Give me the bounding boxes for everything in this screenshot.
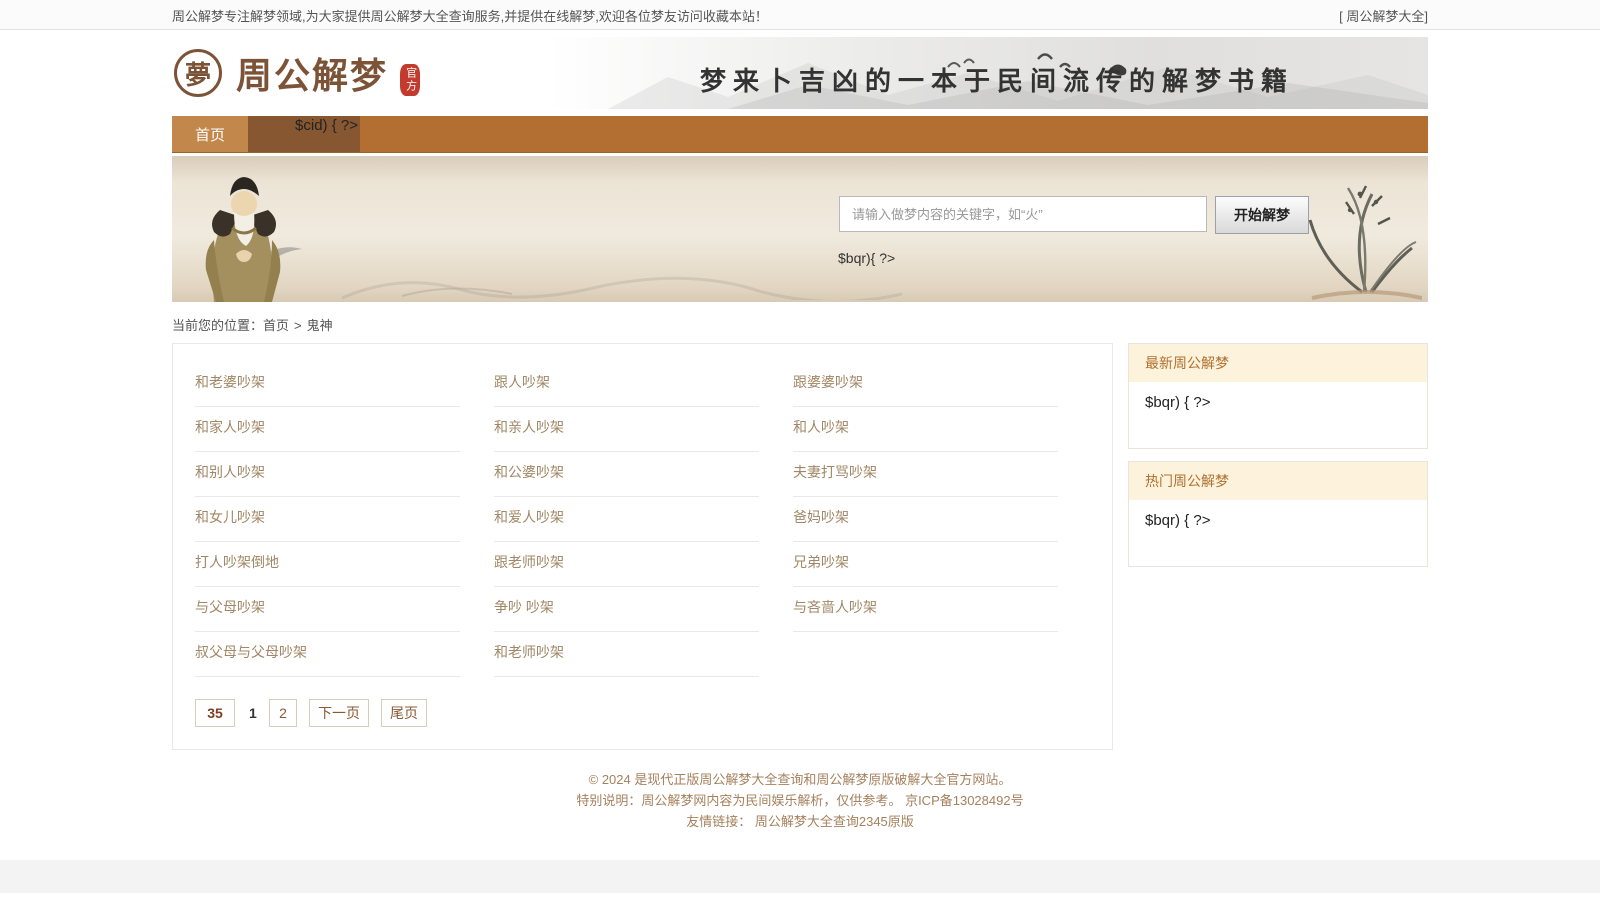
dream-link[interactable]: 和老婆吵架 bbox=[195, 362, 460, 407]
sage-illustration bbox=[188, 162, 318, 302]
dream-link[interactable]: 和家人吵架 bbox=[195, 407, 460, 452]
footer-icp-link[interactable]: 京ICP备13028492号 bbox=[905, 793, 1024, 808]
breadcrumb-current: 鬼神 bbox=[307, 318, 333, 333]
dream-link[interactable]: 叔父母与父母吵架 bbox=[195, 632, 460, 677]
nav-tab-home[interactable]: 首页 bbox=[172, 116, 248, 152]
dream-list-column-1: 和老婆吵架 和家人吵架 和别人吵架 和女儿吵架 打人吵架倒地 与父母吵架 叔父母… bbox=[195, 362, 484, 677]
sidebar: 最新周公解梦 $bqr) { ?> 热门周公解梦 $bqr) { ?> bbox=[1128, 343, 1428, 579]
template-artifact-text: $bqr){ ?> bbox=[838, 250, 895, 266]
footer: © 2024 是现代正版周公解梦大全查询和周公解梦原版破解大全官方网站。 特别说… bbox=[172, 750, 1428, 857]
dream-topic-list: 和老婆吵架 和家人吵架 和别人吵架 和女儿吵架 打人吵架倒地 与父母吵架 叔父母… bbox=[172, 343, 1113, 750]
dream-link[interactable]: 打人吵架倒地 bbox=[195, 542, 460, 587]
dream-link[interactable]: 跟婆婆吵架 bbox=[793, 362, 1058, 407]
template-artifact-text: $bqr) { ?> bbox=[1129, 500, 1427, 566]
dream-link[interactable]: 和老师吵架 bbox=[494, 632, 759, 677]
dream-link[interactable]: 与吝啬人吵架 bbox=[793, 587, 1058, 632]
dream-link[interactable]: 与父母吵架 bbox=[195, 587, 460, 632]
search-banner: 开始解梦 $bqr){ ?> bbox=[172, 156, 1428, 302]
dream-link[interactable]: 和公婆吵架 bbox=[494, 452, 759, 497]
dream-link[interactable]: 跟老师吵架 bbox=[494, 542, 759, 587]
dream-list-column-2: 跟人吵架 和亲人吵架 和公婆吵架 和爱人吵架 跟老师吵架 争吵 吵架 和老师吵架 bbox=[494, 362, 783, 677]
pagination: 35 1 2 下一页 尾页 bbox=[195, 699, 1112, 727]
logo[interactable]: 夢 周公解梦 官方 bbox=[174, 47, 420, 99]
footer-copyright: © 2024 是现代正版周公解梦大全查询和周公解梦原版破解大全官方网站。 bbox=[172, 770, 1428, 790]
site-home-link[interactable]: [ 周公解梦大全] bbox=[1339, 6, 1428, 25]
pagination-page-2[interactable]: 2 bbox=[269, 699, 297, 727]
dream-search-input[interactable] bbox=[839, 196, 1207, 232]
footer-links-label: 友情链接： bbox=[686, 814, 751, 829]
official-seal-icon: 官方 bbox=[400, 64, 420, 96]
footer-disclaimer: 特别说明：周公解梦网内容为民间娱乐解析，仅供参考。 bbox=[576, 793, 901, 808]
nav-tab-broken[interactable]: $cid) { ?> bbox=[248, 116, 360, 152]
dream-link[interactable]: 争吵 吵架 bbox=[494, 587, 759, 632]
dream-link[interactable]: 爸妈吵架 bbox=[793, 497, 1058, 542]
site-tagline: 梦来卜吉凶的一本于民间流传的解梦书籍 bbox=[700, 61, 1294, 98]
hot-dreams-box: 热门周公解梦 $bqr) { ?> bbox=[1128, 461, 1428, 567]
breadcrumb-home-link[interactable]: 首页 bbox=[263, 318, 289, 333]
hills-illustration bbox=[342, 260, 902, 300]
breadcrumb: 当前您的位置：首页 > 鬼神 bbox=[172, 315, 1428, 334]
breadcrumb-prefix: 当前您的位置： bbox=[172, 318, 263, 333]
footer-friend-link[interactable]: 周公解梦大全查询2345原版 bbox=[755, 814, 914, 829]
pagination-total: 35 bbox=[195, 699, 235, 727]
logo-dream-icon: 夢 bbox=[174, 49, 222, 97]
dream-link[interactable]: 和爱人吵架 bbox=[494, 497, 759, 542]
main-nav: 首页 $cid) { ?> bbox=[172, 116, 1428, 153]
start-interpret-button[interactable]: 开始解梦 bbox=[1215, 196, 1309, 234]
template-artifact-text: $bqr) { ?> bbox=[1129, 382, 1427, 448]
pagination-next-button[interactable]: 下一页 bbox=[309, 699, 369, 727]
latest-dreams-box: 最新周公解梦 $bqr) { ?> bbox=[1128, 343, 1428, 449]
dream-link[interactable]: 兄弟吵架 bbox=[793, 542, 1058, 587]
dream-link[interactable]: 夫妻打骂吵架 bbox=[793, 452, 1058, 497]
pagination-last-button[interactable]: 尾页 bbox=[381, 699, 427, 727]
dream-link[interactable]: 和女儿吵架 bbox=[195, 497, 460, 542]
dream-link[interactable]: 跟人吵架 bbox=[494, 362, 759, 407]
dream-list-column-3: 跟婆婆吵架 和人吵架 夫妻打骂吵架 爸妈吵架 兄弟吵架 与吝啬人吵架 bbox=[793, 362, 1082, 677]
dream-link[interactable]: 和别人吵架 bbox=[195, 452, 460, 497]
topbar: 周公解梦专注解梦领域,为大家提供周公解梦大全查询服务,并提供在线解梦,欢迎各位梦… bbox=[0, 0, 1600, 30]
site-announcement: 周公解梦专注解梦领域,为大家提供周公解梦大全查询服务,并提供在线解梦,欢迎各位梦… bbox=[172, 6, 768, 25]
bottom-strip bbox=[0, 860, 1600, 893]
orchid-illustration bbox=[1302, 162, 1422, 302]
template-artifact-text: $cid) { ?> bbox=[295, 117, 358, 134]
latest-dreams-title: 最新周公解梦 bbox=[1129, 344, 1427, 382]
site-title: 周公解梦 bbox=[236, 47, 388, 99]
hot-dreams-title: 热门周公解梦 bbox=[1129, 462, 1427, 500]
dream-link[interactable]: 和人吵架 bbox=[793, 407, 1058, 452]
breadcrumb-separator: > bbox=[294, 318, 302, 333]
pagination-current-page: 1 bbox=[247, 705, 261, 721]
dream-link[interactable]: 和亲人吵架 bbox=[494, 407, 759, 452]
header: 夢 周公解梦 官方 梦来卜吉凶的一本于民间流传的解梦书籍 bbox=[172, 37, 1428, 109]
